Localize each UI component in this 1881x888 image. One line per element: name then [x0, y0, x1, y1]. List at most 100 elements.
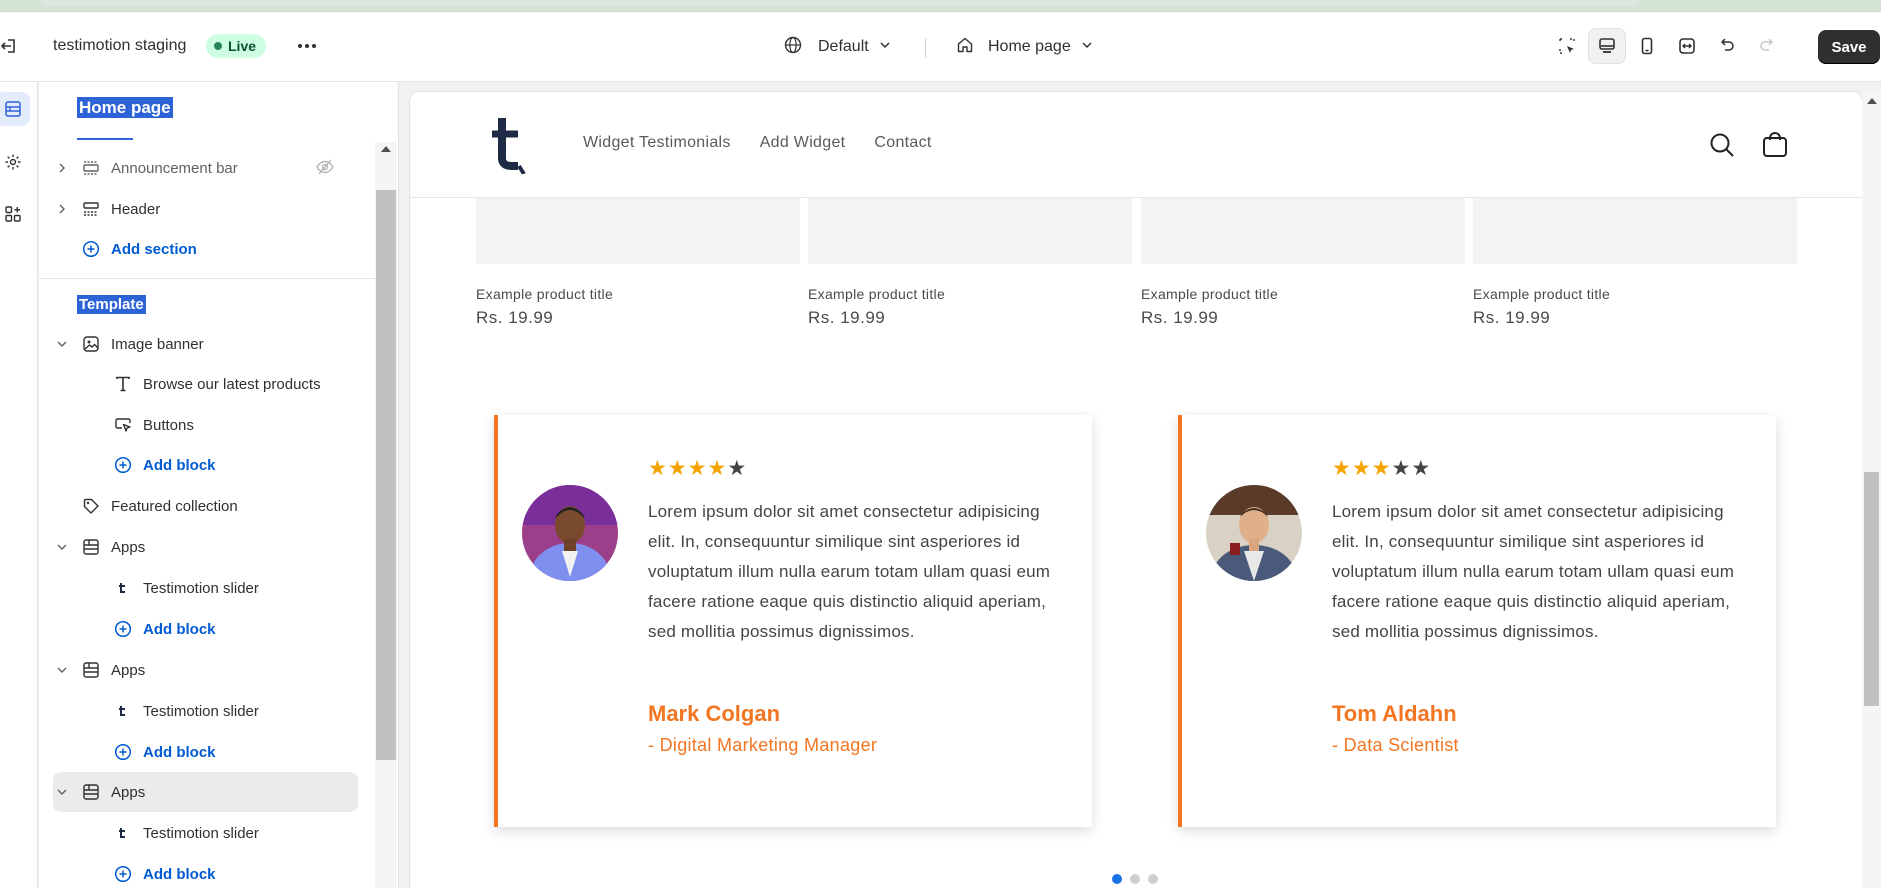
product-card[interactable]: Example product title Rs. 19.99 [476, 198, 800, 328]
page-selector[interactable]: Home page [956, 32, 1093, 62]
product-card[interactable]: Example product title Rs. 19.99 [808, 198, 1132, 328]
chevron-down-icon[interactable] [53, 666, 71, 674]
chevron-down-icon[interactable] [53, 543, 71, 551]
testimonial-card: ★ ★ ★ ★ ★ Lorem ipsum dolor sit amet con… [494, 415, 1092, 827]
block-testimotion-slider[interactable]: Testimotion slider [53, 815, 398, 851]
star-icon: ★ [727, 457, 747, 480]
star-icon: ★ [1411, 457, 1431, 480]
add-block-button[interactable]: Add block [53, 611, 398, 647]
exit-icon[interactable] [0, 36, 20, 56]
product-price: Rs. 19.99 [808, 308, 886, 327]
undo-icon[interactable] [1708, 28, 1746, 64]
block-label: Testimotion slider [143, 702, 259, 720]
status-badge: Live [206, 34, 267, 58]
testimonial-card: ★ ★ ★ ★ ★ Lorem ipsum dolor sit amet con… [1178, 415, 1776, 827]
add-block-label: Add block [143, 865, 216, 883]
apps-icon [77, 660, 105, 680]
icon-rail [0, 82, 38, 888]
title-underline [77, 138, 133, 140]
testimonial-quote: Lorem ipsum dolor sit amet consectetur a… [1332, 502, 1735, 641]
app-logo-icon [109, 578, 137, 598]
app-logo-icon [109, 701, 137, 721]
section-label: Announcement bar [111, 159, 238, 177]
product-price: Rs. 19.99 [1473, 308, 1551, 327]
section-label: Image banner [111, 335, 204, 353]
preview-scrollbar-thumb[interactable] [1864, 472, 1879, 706]
add-section-button[interactable]: Add section [53, 231, 398, 267]
add-block-button[interactable]: Add block [53, 447, 398, 483]
app-embeds-icon[interactable] [0, 197, 30, 231]
sidebar-scrollbar-thumb[interactable] [376, 190, 396, 760]
plus-circle-icon [109, 742, 137, 762]
hidden-eye-icon[interactable] [315, 158, 335, 180]
section-icon [77, 158, 105, 178]
block-browse-our-latest-products[interactable]: Browse our latest products [53, 366, 398, 402]
section-header[interactable]: Header [53, 191, 398, 227]
add-block-button[interactable]: Add block [53, 856, 398, 888]
section-icon [77, 199, 105, 219]
scroll-up-icon[interactable] [1867, 98, 1877, 104]
product-title: Example product title [476, 286, 614, 302]
more-actions-button[interactable] [292, 34, 322, 58]
search-icon[interactable] [1707, 130, 1737, 160]
star-icon: ★ [1351, 457, 1371, 480]
text-icon [109, 374, 137, 394]
block-testimotion-slider[interactable]: Testimotion slider [53, 693, 398, 729]
slider-dot[interactable] [1130, 874, 1140, 884]
scroll-up-icon[interactable] [381, 146, 391, 152]
browser-strip-shade [40, 0, 1640, 6]
product-image-placeholder [808, 198, 1132, 264]
app-logo-icon [109, 823, 137, 843]
star-icon: ★ [1391, 457, 1411, 480]
store-logo[interactable] [488, 114, 528, 176]
chevron-right-icon[interactable] [53, 163, 71, 173]
product-card[interactable]: Example product title Rs. 19.99 [1141, 198, 1465, 328]
save-button[interactable]: Save [1818, 30, 1880, 64]
redo-icon[interactable] [1748, 28, 1786, 64]
section-announcement-bar[interactable]: Announcement bar [53, 150, 398, 186]
preview-scrollbar[interactable] [1862, 92, 1881, 888]
section-label: Featured collection [111, 497, 238, 515]
add-block-button[interactable]: Add block [53, 734, 398, 770]
block-buttons[interactable]: Buttons [53, 407, 398, 443]
product-title: Example product title [1141, 286, 1279, 302]
mobile-view-icon[interactable] [1628, 28, 1666, 64]
chevron-right-icon[interactable] [53, 204, 71, 214]
globe-icon [784, 36, 802, 59]
store-nav: Widget Testimonials Add Widget Contact [583, 134, 932, 152]
block-testimotion-slider[interactable]: Testimotion slider [53, 570, 398, 606]
section-apps[interactable]: Apps [53, 529, 398, 565]
sections-icon[interactable] [0, 92, 30, 126]
section-apps[interactable]: Apps [53, 772, 358, 812]
section-image-banner[interactable]: Image banner [53, 326, 398, 362]
view-toolbar [1548, 28, 1786, 64]
chevron-down-icon[interactable] [53, 340, 71, 348]
inspector-icon[interactable] [1548, 28, 1586, 64]
product-card[interactable]: Example product title Rs. 19.99 [1473, 198, 1797, 328]
add-section-label: Add section [111, 240, 197, 258]
section-apps[interactable]: Apps [53, 652, 398, 688]
apps-icon [77, 537, 105, 557]
section-featured-collection[interactable]: Featured collection [53, 488, 398, 524]
settings-gear-icon[interactable] [0, 145, 30, 179]
plus-circle-icon [109, 864, 137, 884]
desktop-view-icon[interactable] [1588, 28, 1626, 64]
product-price: Rs. 19.99 [1141, 308, 1219, 327]
chevron-down-icon[interactable] [53, 788, 71, 796]
chevron-down-icon [879, 38, 891, 56]
nav-link[interactable]: Contact [874, 134, 931, 152]
nav-link[interactable]: Add Widget [760, 134, 846, 152]
plus-circle-icon [109, 619, 137, 639]
testimonial-role: - Data Scientist [1332, 735, 1459, 755]
star-icon: ★ [707, 457, 727, 480]
testimonial-role: - Digital Marketing Manager [648, 735, 878, 755]
slider-dot[interactable] [1148, 874, 1158, 884]
section-label: Apps [111, 783, 146, 801]
product-title: Example product title [1473, 286, 1611, 302]
cart-icon[interactable] [1760, 130, 1790, 160]
theme-selector[interactable]: Default [784, 32, 891, 62]
testimonial-quote: Lorem ipsum dolor sit amet consectetur a… [648, 502, 1051, 641]
nav-link[interactable]: Widget Testimonials [583, 134, 731, 152]
slider-dot[interactable] [1112, 874, 1122, 884]
full-width-icon[interactable] [1668, 28, 1706, 64]
